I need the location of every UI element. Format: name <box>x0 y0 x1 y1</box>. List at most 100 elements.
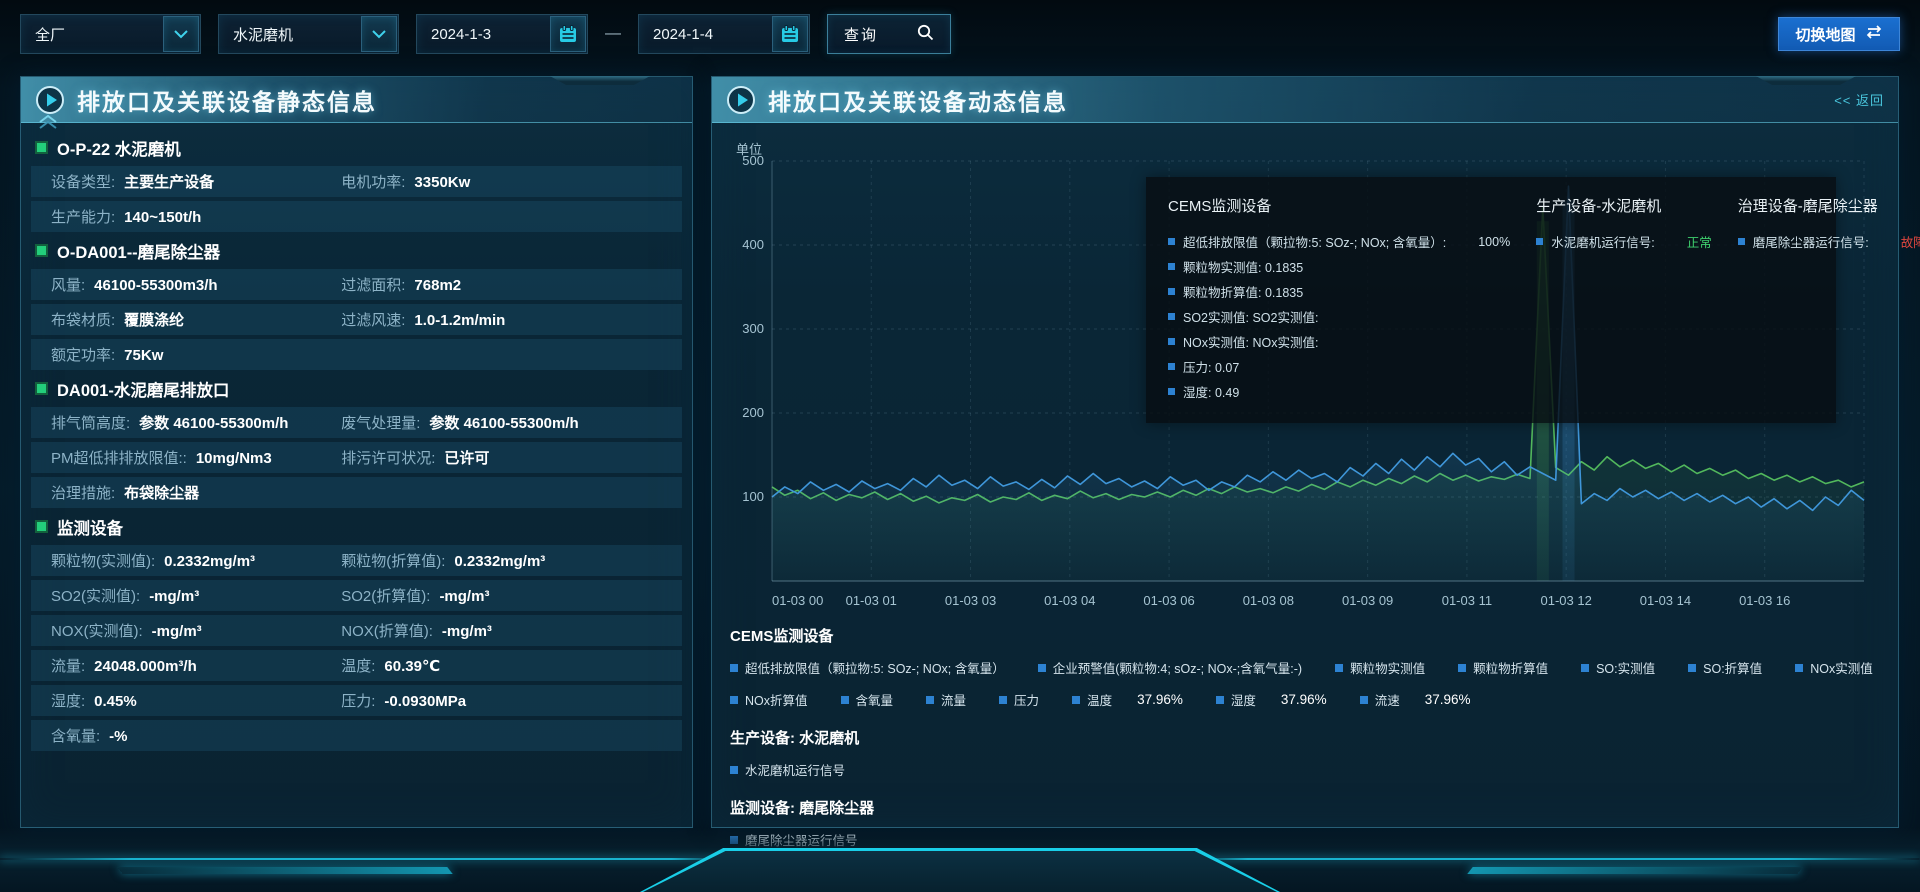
legend-item[interactable]: 压力 <box>999 690 1039 709</box>
field-label: 过滤风速: <box>341 309 405 330</box>
field-value: 75Kw <box>124 347 163 364</box>
info-row: 设备类型:主要生产设备电机功率:3350Kw <box>31 166 682 197</box>
blue-square-icon <box>1038 664 1046 672</box>
field-label: 排气筒高度: <box>51 412 130 433</box>
calendar-icon[interactable] <box>550 16 586 52</box>
dynamic-info-panel: 排放口及关联设备动态信息 << 返回 单位 10020030040050001-… <box>711 76 1899 828</box>
legend-item[interactable]: NOx实测值 <box>1795 658 1873 677</box>
legend-item[interactable]: SO:折算值 <box>1688 658 1762 677</box>
svg-text:400: 400 <box>742 237 764 252</box>
calendar-icon[interactable] <box>772 16 808 52</box>
info-row: 布袋材质:覆膜涤纶过滤风速:1.0-1.2m/min <box>31 304 682 335</box>
chart-tooltip: CEMS监测设备超低排放限值（颗拉物:5: SOz-; NOx; 含氧量）:10… <box>1146 177 1836 423</box>
deco-line-left <box>0 858 730 860</box>
field-label: 治理措施: <box>51 482 115 503</box>
tooltip-item: 颗粒物实测值: 0.1835 <box>1168 254 1510 279</box>
svg-text:300: 300 <box>742 321 764 336</box>
start-date-input[interactable]: 2024-1-3 <box>416 14 588 54</box>
info-row: 额定功率: 75Kw <box>31 339 682 370</box>
info-cell: 风量:46100-55300m3/h <box>51 274 341 295</box>
date-range-separator: — <box>605 25 621 43</box>
legend-production: 生产设备: 水泥磨机水泥磨机运行信号 <box>728 727 1878 779</box>
svg-text:01-03 08: 01-03 08 <box>1243 593 1294 608</box>
section-title-text: O-P-22 水泥磨机 <box>57 136 181 160</box>
blue-square-icon <box>1688 664 1696 672</box>
tooltip-item: 磨尾除尘器运行信号:故障 <box>1738 229 1920 254</box>
info-row: 颗粒物(实测值):0.2332mg/m³颗粒物(折算值):0.2332mg/m³ <box>31 545 682 576</box>
legend-item[interactable]: 超低排放限值（颗拉物:5: SOz-; NOx; 含氧量） <box>730 658 1005 677</box>
query-button[interactable]: 查询 <box>827 14 951 54</box>
dynamic-panel-title: 排放口及关联设备动态信息 <box>768 83 1068 117</box>
legend-item[interactable]: 颗粒物实测值 <box>1335 658 1425 677</box>
info-cell: 布袋材质:覆膜涤纶 <box>51 309 341 330</box>
info-row: 风量:46100-55300m3/h过滤面积:768m2 <box>31 269 682 300</box>
emissions-line-chart[interactable]: 单位 10020030040050001-03 0001-03 0101-03 … <box>728 147 1878 617</box>
legend-item-label: 颗粒物折算值 <box>1473 658 1548 677</box>
blue-square-icon <box>1216 696 1224 704</box>
legend-item[interactable]: 流量 <box>926 690 966 709</box>
info-cell: 含氧量:-% <box>51 725 682 746</box>
tooltip-column-cems: CEMS监测设备超低排放限值（颗拉物:5: SOz-; NOx; 含氧量）:10… <box>1168 195 1510 405</box>
legend-item[interactable]: 含氧量 <box>841 690 894 709</box>
field-label: 压力: <box>341 690 375 711</box>
legend-item[interactable]: 温度37.96% <box>1072 690 1183 709</box>
field-value: 768m2 <box>414 277 461 294</box>
tooltip-column-title: CEMS监测设备 <box>1168 195 1510 216</box>
field-value: 0.45% <box>94 693 137 710</box>
legend-item-label: 企业预警值(颗粒物:4; sOz-; NOx-;含氧气量:-) <box>1053 658 1302 677</box>
blue-square-icon <box>1072 696 1080 704</box>
info-cell: 设备类型:主要生产设备 <box>51 171 341 192</box>
device-select-value: 水泥磨机 <box>233 24 361 45</box>
chevron-down-icon[interactable] <box>361 16 397 52</box>
tooltip-item: 湿度: 0.49 <box>1168 379 1510 404</box>
field-label: SO2(实测值): <box>51 585 140 606</box>
info-cell: 颗粒物(实测值):0.2332mg/m³ <box>51 550 341 571</box>
tooltip-item-text: 湿度: 0.49 <box>1183 382 1239 401</box>
end-date-input[interactable]: 2024-1-4 <box>638 14 810 54</box>
legend-item[interactable]: 流速37.96% <box>1360 690 1471 709</box>
deco-center-trapezoid-inner <box>643 851 1277 892</box>
info-cell: PM超低排排放限值::10mg/Nm3 <box>51 447 341 468</box>
section-title: 监测设备 <box>31 512 682 541</box>
double-chevron-up-icon <box>37 115 59 129</box>
field-label: 排污许可状况: <box>341 447 435 468</box>
blue-square-icon <box>1168 313 1175 320</box>
legend-item[interactable]: 企业预警值(颗粒物:4; sOz-; NOx-;含氧气量:-) <box>1038 658 1302 677</box>
section-title: O-P-22 水泥磨机 <box>31 133 682 162</box>
svg-text:01-03 09: 01-03 09 <box>1342 593 1393 608</box>
info-row: PM超低排排放限值::10mg/Nm3排污许可状况:已许可 <box>31 442 682 473</box>
field-value: 60.39℃ <box>384 657 440 675</box>
legend-item[interactable]: 水泥磨机运行信号 <box>730 760 845 779</box>
info-row: SO2(实测值):-mg/m³SO2(折算值):-mg/m³ <box>31 580 682 611</box>
tooltip-item-text: 压力: 0.07 <box>1183 357 1239 376</box>
plant-select[interactable]: 全厂 <box>20 14 201 54</box>
field-label: 额定功率: <box>51 344 115 365</box>
field-label: NOX(折算值): <box>341 620 433 641</box>
green-square-icon <box>37 522 46 531</box>
legend-row: 超低排放限值（颗拉物:5: SOz-; NOx; 含氧量） 企业预警值(颗粒物:4… <box>730 658 1878 677</box>
tooltip-item: 颗粒物折算值: 0.1835 <box>1168 279 1510 304</box>
legend-production-title: 生产设备: 水泥磨机 <box>730 727 1878 748</box>
legend-row: 水泥磨机运行信号 <box>730 760 1878 779</box>
info-cell: 过滤风速:1.0-1.2m/min <box>341 309 505 330</box>
svg-text:01-03 03: 01-03 03 <box>945 593 996 608</box>
legend-item[interactable]: 湿度37.96% <box>1216 690 1327 709</box>
tooltip-item-text: 磨尾除尘器运行信号: <box>1753 232 1869 251</box>
chevron-down-icon[interactable] <box>163 16 199 52</box>
switch-map-button[interactable]: 切换地图 <box>1778 17 1900 51</box>
legend-item-value: 37.96% <box>1137 692 1183 707</box>
legend-item[interactable]: 颗粒物折算值 <box>1458 658 1548 677</box>
legend-item[interactable]: NOx折算值 <box>730 690 808 709</box>
tooltip-item: 压力: 0.07 <box>1168 354 1510 379</box>
tooltip-item-text: 颗粒物折算值: 0.1835 <box>1183 282 1303 301</box>
header-notch <box>1756 76 1856 85</box>
blue-square-icon <box>1168 263 1175 270</box>
blue-square-icon <box>1581 664 1589 672</box>
blue-square-icon <box>1738 238 1745 245</box>
tooltip-item: 超低排放限值（颗拉物:5: SOz-; NOx; 含氧量）:100% <box>1168 229 1510 254</box>
tooltip-item: 水泥磨机运行信号:正常 <box>1536 229 1712 254</box>
device-select[interactable]: 水泥磨机 <box>218 14 399 54</box>
back-link[interactable]: << 返回 <box>1834 90 1884 109</box>
legend-item[interactable]: SO:实测值 <box>1581 658 1655 677</box>
tooltip-item-text: NOx实测值: NOx实测值: <box>1183 332 1318 351</box>
